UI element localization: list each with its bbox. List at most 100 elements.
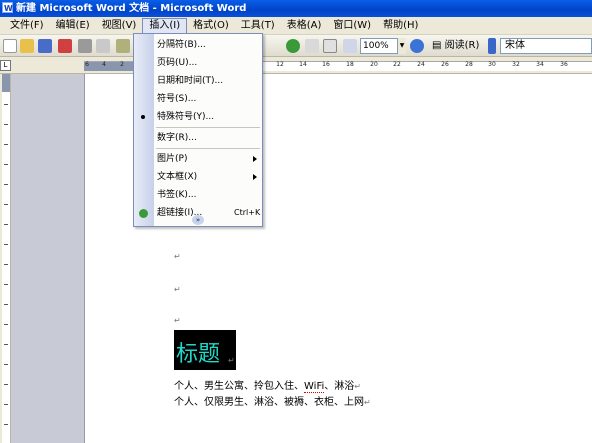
columns-icon[interactable]	[343, 39, 357, 53]
menu-item-break[interactable]: 分隔符(B)...	[134, 36, 262, 54]
menu-item-label: 页码(U)...	[157, 58, 198, 68]
ruler-tick	[4, 284, 8, 285]
menu-item-label: 数字(R)...	[157, 133, 197, 143]
menu-item-page-numbers[interactable]: 页码(U)...	[134, 54, 262, 72]
ruler-tick	[4, 264, 8, 265]
insert-menu: 分隔符(B)... 页码(U)... 日期和时间(T)... 符号(S)... …	[133, 33, 263, 227]
help-icon[interactable]	[410, 39, 424, 53]
ruler-number: 18	[346, 61, 354, 68]
open-folder-icon[interactable]	[20, 39, 34, 53]
menu-item-date-time[interactable]: 日期和时间(T)...	[134, 72, 262, 90]
reading-label: 阅读(R)	[444, 40, 480, 51]
tables-borders-icon[interactable]	[305, 39, 319, 53]
menu-separator	[156, 148, 260, 149]
menu-help[interactable]: 帮助(H)	[377, 18, 424, 34]
ruler-tick	[4, 244, 8, 245]
menu-item-symbol[interactable]: 符号(S)...	[134, 90, 262, 108]
print-icon[interactable]	[78, 39, 92, 53]
word-app-icon[interactable]	[2, 0, 13, 17]
ruler-tick	[4, 364, 8, 365]
globe-link-icon	[139, 209, 148, 218]
print-preview-icon[interactable]	[96, 39, 110, 53]
body-line-2[interactable]: 个人、仅限男生、淋浴、被褥、衣柜、上网↵	[174, 393, 371, 408]
menu-bar: 文件(F) 编辑(E) 视图(V) 插入(I) 格式(O) 工具(T) 表格(A…	[0, 17, 592, 35]
menu-file[interactable]: 文件(F)	[4, 18, 50, 34]
ruler-tick	[4, 124, 8, 125]
ruler-number: 16	[322, 61, 330, 68]
submenu-arrow-icon	[253, 156, 257, 162]
save-icon[interactable]	[38, 39, 52, 53]
ruler-number: 22	[393, 61, 401, 68]
menu-shortcut: Ctrl+K	[234, 208, 261, 217]
ruler-tick	[4, 344, 8, 345]
vertical-ruler-strip	[2, 74, 10, 443]
menu-item-label: 图片(P)	[157, 154, 188, 164]
zoom-select[interactable]: 100%	[360, 38, 402, 54]
special-symbol-icon	[141, 115, 145, 119]
menu-item-special-symbol[interactable]: 特殊符号(Y)...	[134, 108, 262, 126]
menu-table[interactable]: 表格(A)	[281, 18, 328, 34]
ruler-number: 6	[85, 61, 89, 68]
vertical-ruler-margin	[2, 74, 10, 92]
menu-item-label: 日期和时间(T)...	[157, 76, 224, 86]
submenu-arrow-icon	[253, 174, 257, 180]
vertical-ruler[interactable]	[0, 74, 11, 443]
spelling-icon[interactable]	[116, 39, 130, 53]
menu-edit[interactable]: 编辑(E)	[50, 18, 96, 34]
insert-table-icon[interactable]	[323, 39, 337, 53]
ruler-number: 34	[536, 61, 544, 68]
paragraph-mark: ↵	[228, 356, 235, 365]
menu-item-bookmark[interactable]: 书签(K)...	[134, 186, 262, 204]
horizontal-ruler[interactable]: 6 4 2 10 12 14 16 18 20 22 24 26 28 30 3…	[0, 57, 592, 74]
ruler-number: 28	[465, 61, 473, 68]
font-name-select[interactable]: 宋体	[500, 38, 592, 54]
ruler-tick	[4, 224, 8, 225]
line2-text: 个人、仅限男生、淋浴、被褥、衣柜、上网	[174, 397, 364, 408]
menu-view[interactable]: 视图(V)	[96, 18, 143, 34]
menu-format[interactable]: 格式(O)	[187, 18, 235, 34]
book-icon: ▤	[432, 40, 442, 51]
document-heading[interactable]: 标题	[176, 336, 220, 368]
line1-wifi: WiFi	[304, 381, 325, 393]
paragraph-mark: ↵	[174, 316, 181, 325]
ruler-tick	[4, 144, 8, 145]
ruler-tick	[4, 424, 8, 425]
body-line-1[interactable]: 个人、男生公寓、拎包入住、WiFi、淋浴↵	[174, 377, 361, 393]
paragraph-mark: ↵	[174, 252, 181, 261]
expand-menu-chevron-icon[interactable]: »	[192, 215, 204, 225]
menu-tools[interactable]: 工具(T)	[235, 18, 281, 34]
menu-item-label: 分隔符(B)...	[157, 40, 206, 50]
menu-item-label: 特殊符号(Y)...	[157, 112, 215, 122]
ruler-tick	[4, 324, 8, 325]
menu-item-picture[interactable]: 图片(P)	[134, 150, 262, 168]
chevron-down-icon[interactable]: ▼	[397, 38, 406, 54]
ruler-tick	[4, 384, 8, 385]
paragraph-mark: ↵	[174, 285, 181, 294]
ruler-tick	[4, 204, 8, 205]
permission-icon[interactable]	[58, 39, 72, 53]
ruler-number: 36	[560, 61, 568, 68]
reading-layout-button[interactable]: ▤ 阅读(R)	[432, 38, 479, 54]
menu-separator	[156, 127, 260, 128]
ruler-tick	[4, 304, 8, 305]
ruler-number: 30	[488, 61, 496, 68]
new-document-icon[interactable]	[3, 39, 17, 53]
menu-item-label: 文本框(X)	[157, 172, 198, 182]
toolbar-grip[interactable]	[488, 38, 496, 54]
ruler-number: 14	[299, 61, 307, 68]
menu-item-text-box[interactable]: 文本框(X)	[134, 168, 262, 186]
paragraph-mark: ↵	[364, 398, 371, 407]
line1-text-b: 、淋浴	[324, 381, 355, 392]
window-title: 新建 Microsoft Word 文档 - Microsoft Word	[16, 3, 247, 14]
menu-window[interactable]: 窗口(W)	[327, 18, 377, 34]
tab-selector[interactable]: L	[0, 60, 11, 71]
ruler-number: 2	[120, 61, 124, 68]
ruler-number: 24	[417, 61, 425, 68]
standard-toolbar: 100% ▼ ▤ 阅读(R) 宋体	[0, 35, 592, 57]
ruler-tick	[4, 164, 8, 165]
menu-insert[interactable]: 插入(I)	[142, 17, 188, 34]
menu-item-label: 符号(S)...	[157, 94, 197, 104]
ruler-number: 4	[102, 61, 106, 68]
hyperlink-icon[interactable]	[286, 39, 300, 53]
menu-item-number[interactable]: 数字(R)...	[134, 129, 262, 147]
